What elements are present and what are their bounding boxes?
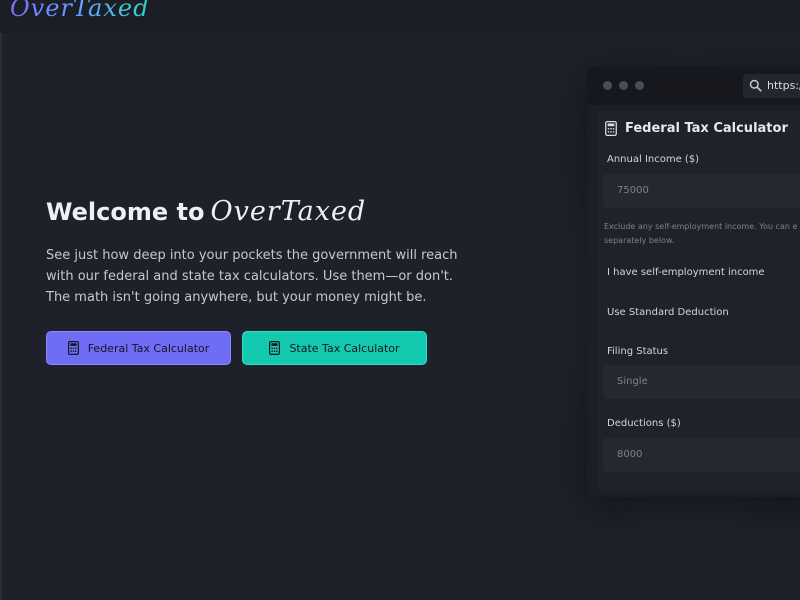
- top-header: OverTaxed: [0, 0, 800, 33]
- self-employment-option[interactable]: I have self-employment income: [607, 267, 765, 278]
- annual-income-label: Annual Income ($): [607, 154, 700, 165]
- income-hint: Exclude any self-employment income. You …: [604, 222, 798, 245]
- window-dot-maximize: [635, 81, 644, 90]
- deductions-input[interactable]: 8000: [603, 438, 800, 472]
- calculator-icon: [67, 341, 79, 355]
- state-calculator-button[interactable]: State Tax Calculator: [242, 331, 427, 365]
- preview-title: Federal Tax Calculator: [605, 121, 788, 136]
- window-titlebar: https:/: [587, 67, 800, 105]
- calculator-card: [597, 111, 800, 491]
- preview-window: https:/ Federal Tax Calculator Annual In…: [587, 67, 800, 497]
- filing-status-select[interactable]: Single: [603, 365, 800, 399]
- url-bar[interactable]: https:/: [743, 74, 800, 98]
- standard-deduction-option[interactable]: Use Standard Deduction: [607, 307, 729, 318]
- hero-title-text: Welcome to: [46, 198, 205, 226]
- window-dot-minimize: [619, 81, 628, 90]
- search-icon: [749, 79, 762, 92]
- federal-calculator-label: Federal Tax Calculator: [87, 341, 210, 355]
- preview-title-text: Federal Tax Calculator: [625, 121, 788, 136]
- filing-status-label: Filing Status: [607, 346, 669, 357]
- hero-description: See just how deep into your pockets the …: [46, 248, 458, 305]
- calculator-icon: [605, 121, 617, 136]
- window-dot-close: [603, 81, 612, 90]
- logo[interactable]: OverTaxed: [10, 0, 149, 22]
- url-text: https:/: [767, 79, 800, 92]
- deductions-label: Deductions ($): [607, 418, 681, 429]
- hero-title: Welcome to OverTaxed: [46, 196, 366, 227]
- hero-brand: OverTaxed: [210, 196, 367, 227]
- annual-income-input[interactable]: 75000: [603, 174, 800, 208]
- calculator-icon: [269, 341, 281, 355]
- federal-calculator-button[interactable]: Federal Tax Calculator: [46, 331, 231, 365]
- state-calculator-label: State Tax Calculator: [289, 341, 400, 355]
- left-border: [0, 33, 2, 600]
